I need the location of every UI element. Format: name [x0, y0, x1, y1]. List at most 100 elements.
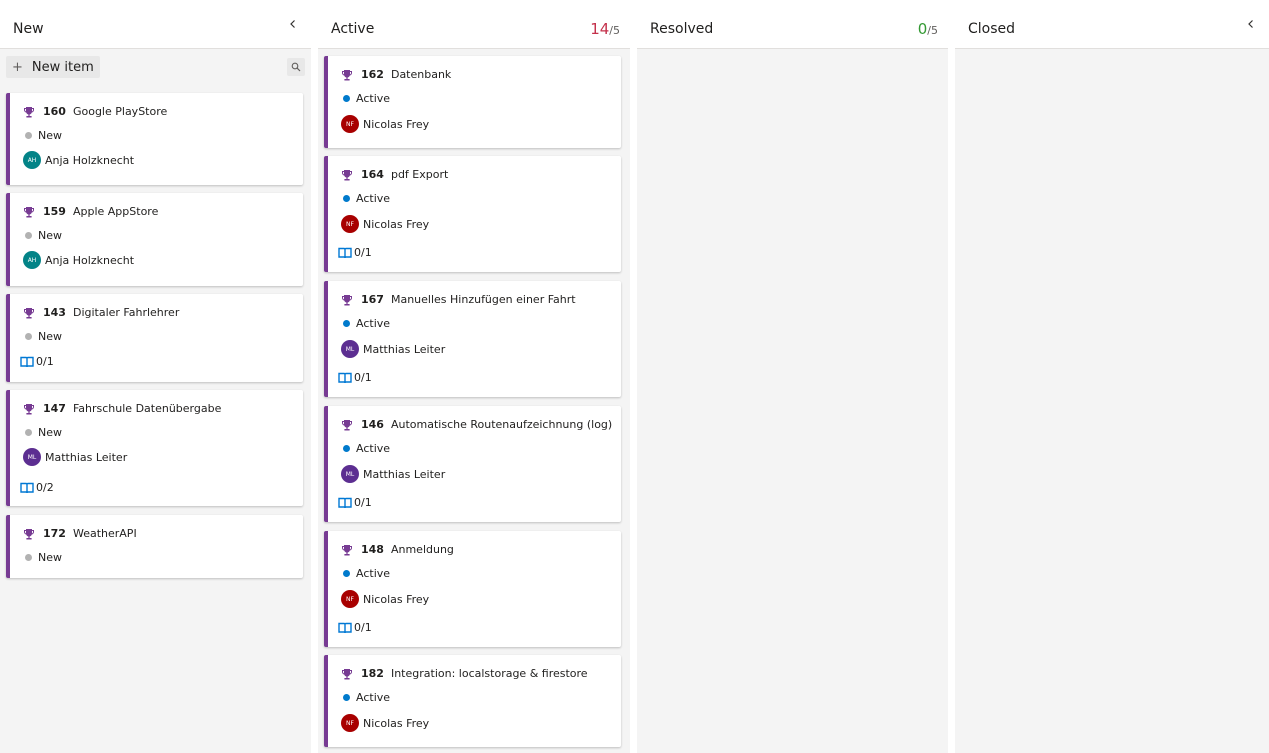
avatar: NF: [341, 714, 359, 732]
state-dot: [343, 445, 350, 452]
work-item-title[interactable]: Digitaler Fahrlehrer: [73, 306, 179, 319]
work-item-title[interactable]: Integration: localstorage & firestore: [391, 667, 588, 680]
chevron-left-icon[interactable]: [1243, 18, 1259, 34]
trophy-icon: [24, 307, 34, 318]
trophy-icon: [342, 69, 352, 80]
state-dot: [25, 132, 32, 139]
work-item-id: 164: [361, 168, 384, 181]
avatar: ML: [341, 340, 359, 358]
work-item-state[interactable]: New: [38, 551, 62, 564]
column-title: New: [13, 21, 44, 37]
work-item-id: 172: [43, 527, 66, 540]
wip-count: 0/5: [918, 20, 938, 38]
work-item-state[interactable]: Active: [356, 691, 390, 704]
column-title: Closed: [968, 21, 1016, 37]
work-item-id: 162: [361, 68, 384, 81]
work-item-id: 147: [43, 402, 66, 415]
work-item-assignee[interactable]: Nicolas Frey: [363, 218, 429, 231]
work-item-title[interactable]: WeatherAPI: [73, 527, 137, 540]
work-item-title[interactable]: Manuelles Hinzufügen einer Fahrt: [391, 293, 576, 306]
trophy-icon: [24, 403, 34, 414]
task-progress: 0/1: [354, 371, 372, 384]
wip-count-value: 14: [590, 20, 610, 38]
work-item-id: 148: [361, 543, 384, 556]
avatar: AH: [23, 151, 41, 169]
column-active: Active 14/5 162 Datenbank Active NF Nico…: [318, 5, 630, 753]
chevron-left-icon[interactable]: [285, 18, 301, 34]
column-title: Active: [331, 21, 375, 37]
state-dot: [343, 195, 350, 202]
work-item-state[interactable]: New: [38, 330, 62, 343]
avatar: NF: [341, 215, 359, 233]
work-item-card[interactable]: 182 Integration: localstorage & firestor…: [324, 655, 621, 747]
work-item-card[interactable]: 167 Manuelles Hinzufügen einer Fahrt Act…: [324, 281, 621, 397]
task-progress: 0/1: [354, 621, 372, 634]
state-dot: [343, 320, 350, 327]
book-icon: [338, 372, 352, 383]
work-item-assignee[interactable]: Anja Holzknecht: [45, 254, 134, 267]
column-toolbar: + New item: [6, 56, 305, 78]
work-item-assignee[interactable]: Nicolas Frey: [363, 593, 429, 606]
column-closed: Closed: [955, 5, 1269, 753]
work-item-assignee[interactable]: Matthias Leiter: [45, 451, 127, 464]
trophy-icon: [24, 206, 34, 217]
work-item-assignee[interactable]: Nicolas Frey: [363, 118, 429, 131]
work-item-card[interactable]: 162 Datenbank Active NF Nicolas Frey: [324, 56, 621, 148]
wip-count-value: 0: [917, 20, 928, 38]
work-item-state[interactable]: Active: [356, 442, 390, 455]
work-item-state[interactable]: Active: [356, 192, 390, 205]
work-item-state[interactable]: Active: [356, 317, 390, 330]
work-item-title[interactable]: Apple AppStore: [73, 205, 158, 218]
wip-count: 14/5: [590, 20, 620, 38]
work-item-card[interactable]: 159 Apple AppStore New AH Anja Holzknech…: [6, 193, 303, 286]
avatar: NF: [341, 115, 359, 133]
work-item-card[interactable]: 172 WeatherAPI New: [6, 515, 303, 578]
work-item-title[interactable]: Datenbank: [391, 68, 451, 81]
state-dot: [343, 95, 350, 102]
task-progress: 0/1: [354, 246, 372, 259]
work-item-card[interactable]: 147 Fahrschule Datenübergabe New ML Matt…: [6, 390, 303, 506]
work-item-assignee[interactable]: Matthias Leiter: [363, 343, 445, 356]
column-title: Resolved: [650, 21, 714, 37]
work-item-title[interactable]: Automatische Routenaufzeichnung (log): [391, 418, 612, 431]
trophy-icon: [342, 419, 352, 430]
work-item-assignee[interactable]: Matthias Leiter: [363, 468, 445, 481]
work-item-assignee[interactable]: Anja Holzknecht: [45, 154, 134, 167]
book-icon: [338, 247, 352, 258]
column-header-new: New: [0, 5, 311, 49]
work-item-state[interactable]: New: [38, 426, 62, 439]
trophy-icon: [24, 106, 34, 117]
work-item-assignee[interactable]: Nicolas Frey: [363, 717, 429, 730]
work-item-title[interactable]: Google PlayStore: [73, 105, 167, 118]
work-item-card[interactable]: 164 pdf Export Active NF Nicolas Frey 0/…: [324, 156, 621, 272]
work-item-card[interactable]: 148 Anmeldung Active NF Nicolas Frey 0/1: [324, 531, 621, 647]
avatar: AH: [23, 251, 41, 269]
work-item-title[interactable]: Anmeldung: [391, 543, 454, 556]
work-item-state[interactable]: New: [38, 229, 62, 242]
column-new: New + New item 160 Google PlayStore New …: [0, 5, 311, 753]
column-resolved: Resolved 0/5: [637, 5, 948, 753]
state-dot: [343, 570, 350, 577]
work-item-state[interactable]: Active: [356, 92, 390, 105]
column-header-closed: Closed: [955, 5, 1269, 49]
work-item-state[interactable]: New: [38, 129, 62, 142]
search-button[interactable]: [287, 58, 305, 76]
book-icon: [338, 497, 352, 508]
work-item-title[interactable]: pdf Export: [391, 168, 448, 181]
kanban-board: New + New item 160 Google PlayStore New …: [0, 0, 1269, 753]
new-item-button[interactable]: + New item: [6, 56, 100, 78]
new-item-label: New item: [31, 59, 94, 75]
state-dot: [343, 694, 350, 701]
work-item-title[interactable]: Fahrschule Datenübergabe: [73, 402, 221, 415]
avatar: NF: [341, 590, 359, 608]
wip-limit: /5: [609, 24, 620, 37]
state-dot: [25, 232, 32, 239]
book-icon: [338, 622, 352, 633]
task-progress: 0/1: [354, 496, 372, 509]
work-item-id: 167: [361, 293, 384, 306]
work-item-state[interactable]: Active: [356, 567, 390, 580]
work-item-card[interactable]: 160 Google PlayStore New AH Anja Holzkne…: [6, 93, 303, 185]
work-item-id: 182: [361, 667, 384, 680]
work-item-card[interactable]: 143 Digitaler Fahrlehrer New 0/1: [6, 294, 303, 382]
work-item-card[interactable]: 146 Automatische Routenaufzeichnung (log…: [324, 406, 621, 522]
